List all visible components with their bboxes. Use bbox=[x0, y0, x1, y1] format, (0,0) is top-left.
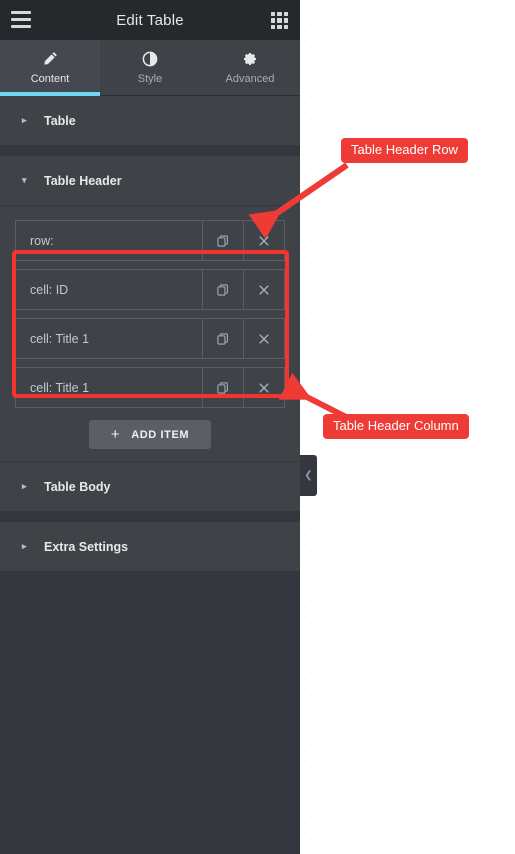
add-item-wrapper: + ADD ITEM bbox=[15, 420, 285, 449]
section-table-body-label: Table Body bbox=[44, 479, 111, 494]
list-item[interactable]: row: bbox=[15, 220, 285, 261]
add-item-label: ADD ITEM bbox=[131, 428, 190, 441]
close-icon[interactable] bbox=[243, 221, 284, 260]
list-item[interactable]: cell: ID bbox=[15, 269, 285, 310]
section-table-header[interactable]: ▾ Table Header bbox=[0, 156, 300, 206]
close-icon[interactable] bbox=[243, 368, 284, 407]
tab-advanced[interactable]: Advanced bbox=[200, 40, 300, 95]
close-icon[interactable] bbox=[243, 319, 284, 358]
repeater-item-title[interactable]: cell: Title 1 bbox=[16, 319, 202, 358]
contrast-icon bbox=[142, 50, 158, 67]
plus-icon: + bbox=[110, 426, 121, 443]
section-divider bbox=[0, 512, 300, 522]
list-item[interactable]: cell: Title 1 bbox=[15, 367, 285, 408]
section-table-label: Table bbox=[44, 113, 76, 128]
hamburger-icon[interactable] bbox=[11, 11, 31, 28]
chevron-right-icon: ▸ bbox=[22, 115, 27, 125]
close-icon[interactable] bbox=[243, 270, 284, 309]
repeater-item-title[interactable]: cell: ID bbox=[16, 270, 202, 309]
duplicate-icon[interactable] bbox=[202, 368, 243, 407]
section-divider bbox=[0, 146, 300, 156]
chevron-down-icon: ▾ bbox=[22, 175, 27, 185]
page-title: Edit Table bbox=[116, 11, 184, 29]
tab-style-label: Style bbox=[137, 73, 163, 85]
annotation-table-header-row: Table Header Row bbox=[341, 138, 468, 164]
tab-advanced-label: Advanced bbox=[225, 73, 275, 85]
tab-content[interactable]: Content bbox=[0, 40, 100, 96]
chevron-left-icon: ❮ bbox=[304, 470, 313, 481]
section-table-header-label: Table Header bbox=[44, 173, 122, 188]
add-item-button[interactable]: + ADD ITEM bbox=[88, 420, 212, 449]
repeater-item-title[interactable]: cell: Title 1 bbox=[16, 368, 202, 407]
gear-icon bbox=[242, 50, 258, 67]
section-table-body[interactable]: ▸ Table Body bbox=[0, 462, 300, 512]
tab-style[interactable]: Style bbox=[100, 40, 200, 95]
annotation-table-header-column: Table Header Column bbox=[323, 414, 469, 440]
section-extra-settings-label: Extra Settings bbox=[44, 539, 129, 554]
tab-content-label: Content bbox=[30, 73, 70, 85]
app-root: Edit Table Content Style Advanced ▸ Tabl… bbox=[0, 0, 515, 854]
repeater-item-title[interactable]: row: bbox=[16, 221, 202, 260]
grid-apps-icon[interactable] bbox=[271, 12, 288, 29]
duplicate-icon[interactable] bbox=[202, 270, 243, 309]
panel-collapse-handle[interactable]: ❮ bbox=[300, 455, 317, 496]
panel-tabs: Content Style Advanced bbox=[0, 40, 300, 96]
list-item[interactable]: cell: Title 1 bbox=[15, 318, 285, 359]
duplicate-icon[interactable] bbox=[202, 319, 243, 358]
chevron-right-icon: ▸ bbox=[22, 541, 27, 551]
panel-header: Edit Table bbox=[0, 0, 300, 40]
table-header-section-body: row: cell: ID cell: Title 1 cell: Title … bbox=[0, 206, 300, 462]
pencil-icon bbox=[43, 50, 58, 67]
editor-panel: Edit Table Content Style Advanced ▸ Tabl… bbox=[0, 0, 300, 854]
section-extra-settings[interactable]: ▸ Extra Settings bbox=[0, 522, 300, 572]
duplicate-icon[interactable] bbox=[202, 221, 243, 260]
repeater-list: row: cell: ID cell: Title 1 cell: Title … bbox=[12, 220, 289, 408]
section-table[interactable]: ▸ Table bbox=[0, 96, 300, 146]
chevron-right-icon: ▸ bbox=[22, 481, 27, 491]
